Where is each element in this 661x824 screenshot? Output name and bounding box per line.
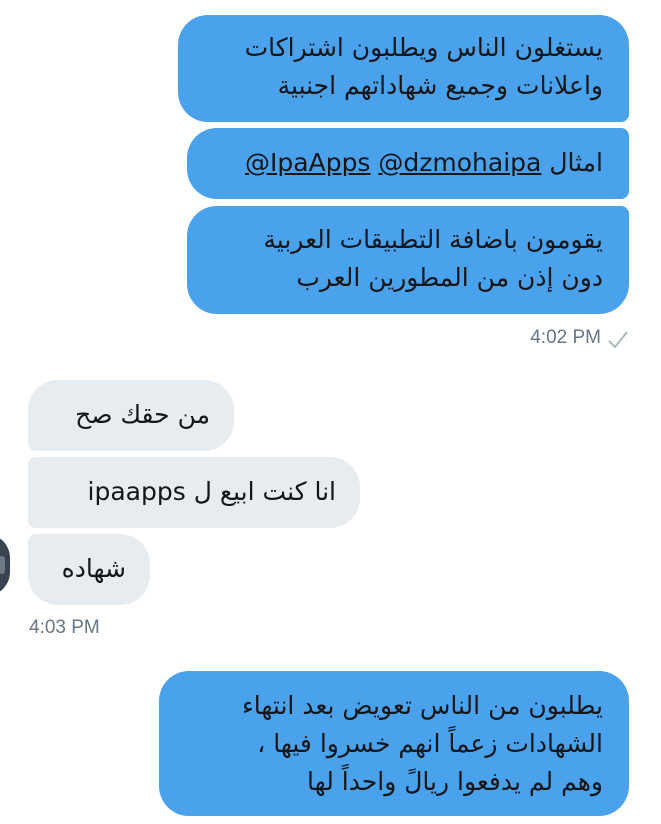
message-text: شهاده bbox=[61, 554, 126, 583]
message-line: وهم لم يدفعوا ريالً واحداً لها bbox=[307, 767, 603, 796]
message-timestamp: 4:03 PM bbox=[29, 617, 100, 638]
message-bubble-incoming[interactable]: من حقك صح bbox=[28, 380, 234, 451]
message-bubble-outgoing[interactable]: يطلبون من الناس تعويض بعد انتهاء الشهادا… bbox=[159, 671, 629, 816]
message-bubble-outgoing[interactable]: امثال @dzmohaipa @IpaApps bbox=[187, 128, 629, 199]
message-line: يقومون باضافة التطبيقات العربية bbox=[263, 225, 603, 254]
mention-link[interactable]: @dzmohaipa bbox=[378, 148, 541, 177]
message-line: يستغلون الناس ويطلبون اشتراكات bbox=[244, 33, 603, 62]
message-bubble-outgoing[interactable]: يستغلون الناس ويطلبون اشتراكات واعلانات … bbox=[178, 15, 629, 122]
avatar[interactable] bbox=[0, 534, 10, 596]
mention-link[interactable]: @IpaApps bbox=[245, 148, 370, 177]
message-text: امثال bbox=[549, 148, 603, 177]
message-line: الشهادات زعماً انهم خسروا فيها ، bbox=[257, 729, 603, 758]
message-timestamp: 4:02 PM bbox=[530, 327, 601, 348]
message-bubble-incoming[interactable]: انا كنت ابيع ل ipaapps bbox=[28, 457, 360, 528]
message-line: واعلانات وجميع شهاداتهم اجنبية bbox=[277, 71, 603, 100]
message-text: انا كنت ابيع ل ipaapps bbox=[87, 477, 336, 506]
message-line: دون إذن من المطورين العرب bbox=[296, 263, 603, 292]
check-icon bbox=[608, 331, 628, 349]
message-bubble-incoming[interactable]: شهاده bbox=[28, 534, 150, 605]
message-text: من حقك صح bbox=[75, 400, 210, 429]
message-bubble-outgoing[interactable]: يقومون باضافة التطبيقات العربية دون إذن … bbox=[187, 206, 629, 314]
message-line: يطلبون من الناس تعويض بعد انتهاء bbox=[242, 691, 603, 720]
